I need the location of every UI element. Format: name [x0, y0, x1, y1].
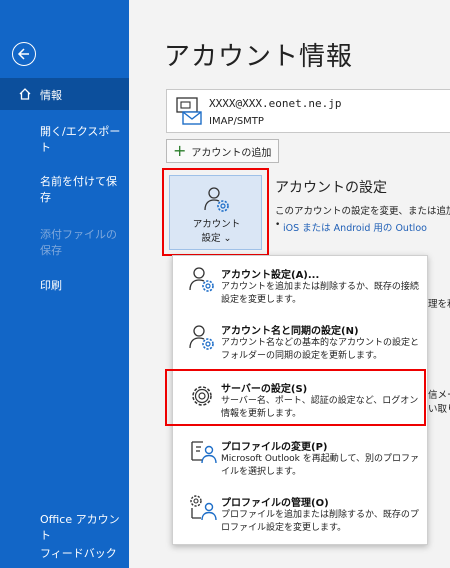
add-account-button[interactable]: + アカウントの追加 — [166, 139, 279, 163]
section-title: アカウントの設定 — [275, 180, 387, 196]
mail-account-icon — [176, 97, 202, 125]
menu-item-description: アカウントを追加または削除するか、既存の接続設定を変更します。 — [221, 282, 419, 305]
sidebar-item-label: 名前を付けて保存 — [40, 175, 117, 204]
partial-text: 信メー — [428, 390, 450, 401]
sidebar: 情報 開く/エクスポート 名前を付けて保存 添付ファイルの保存 印刷 Offic… — [0, 0, 129, 568]
back-arrow-icon[interactable] — [12, 42, 36, 66]
account-email: XXXX@XXX.eonet.ne.jp — [209, 97, 342, 110]
home-icon — [19, 88, 31, 100]
account-settings-icon — [189, 267, 214, 292]
account-selector[interactable]: XXXX@XXX.eonet.ne.jp IMAP/SMTP — [166, 89, 450, 133]
account-sync-icon — [189, 325, 214, 350]
menu-item-title: アカウント名と同期の設定(N) — [221, 326, 359, 337]
menu-item-title: プロファイルの管理(O) — [221, 498, 329, 509]
partial-text: 理を利 — [428, 299, 450, 310]
sidebar-item-label: 開く/エクスポート — [40, 125, 121, 154]
highlight-outline — [165, 369, 426, 426]
sidebar-item-office-account[interactable]: Office アカウント — [0, 504, 129, 542]
sidebar-item-label: 添付ファイルの保存 — [40, 228, 117, 257]
menu-item-description: プロファイルを追加または削除するか、既存のプロファイル設定を変更します。 — [221, 510, 419, 533]
menu-item-title: プロファイルの変更(P) — [221, 442, 328, 453]
menu-item-description: アカウント名などの基本的なアカウントの設定とフォルダーの同期の設定を更新します。 — [221, 338, 420, 361]
sidebar-item-open-export[interactable]: 開く/エクスポート — [0, 116, 129, 154]
manage-profiles-icon — [190, 495, 217, 521]
sidebar-item-label: 情報 — [40, 89, 62, 102]
account-type: IMAP/SMTP — [209, 116, 264, 127]
menu-item-account-name-sync[interactable]: アカウント名と同期の設定(N) アカウント名などの基本的なアカウントの設定とフォ… — [173, 314, 429, 368]
menu-item-account-settings[interactable]: アカウント設定(A)... アカウントを追加または削除するか、既存の接続設定を変… — [173, 258, 429, 312]
sidebar-item-save-attachments: 添付ファイルの保存 — [0, 222, 129, 262]
sidebar-item-save-as[interactable]: 名前を付けて保存 — [0, 168, 129, 208]
section-description: このアカウントの設定を変更、または追加の — [275, 206, 450, 217]
account-settings-button[interactable]: アカウント 設定 ⌄ — [169, 175, 262, 250]
menu-item-title: アカウント設定(A)... — [221, 270, 320, 281]
account-settings-label-1: アカウント — [192, 219, 241, 230]
menu-item-description: Microsoft Outlook を再起動して、別のプロファイルを選択します。 — [221, 454, 420, 477]
change-profile-icon — [191, 441, 217, 464]
sidebar-item-label: フィードバック — [40, 547, 117, 560]
mobile-app-link[interactable]: iOS または Android 用の Outloo — [283, 220, 427, 234]
bullet-icon: • — [275, 220, 281, 230]
page-title: アカウント情報 — [164, 42, 354, 72]
sidebar-item-feedback[interactable]: フィードバック — [0, 538, 129, 566]
sidebar-item-info[interactable]: 情報 — [0, 78, 129, 110]
account-settings-icon — [204, 187, 229, 212]
sidebar-item-print[interactable]: 印刷 — [0, 270, 129, 298]
menu-item-change-profile[interactable]: プロファイルの変更(P) Microsoft Outlook を再起動して、別の… — [173, 430, 429, 484]
partial-text: い取り — [428, 404, 450, 415]
sidebar-item-label: 印刷 — [40, 279, 62, 292]
account-settings-label-2: 設定 ⌄ — [201, 233, 232, 244]
menu-item-manage-profiles[interactable]: プロファイルの管理(O) プロファイルを追加または削除するか、既存のプロファイル… — [173, 486, 429, 542]
add-account-label: アカウントの追加 — [191, 147, 272, 159]
plus-icon: + — [173, 141, 187, 160]
